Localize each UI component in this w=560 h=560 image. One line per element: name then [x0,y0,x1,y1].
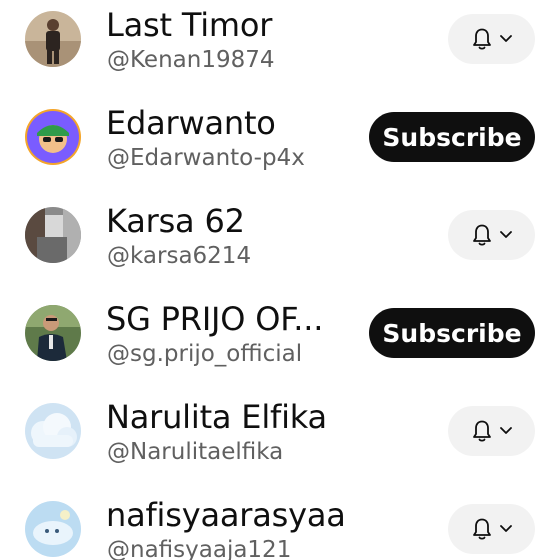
channel-row[interactable]: Narulita Elfika @Narulitaelfika [0,381,560,479]
bell-icon [472,420,491,442]
channel-avatar[interactable] [25,305,81,361]
channel-row[interactable]: Edarwanto @Edarwanto-p4x Subscribe [0,87,560,185]
chevron-down-icon [499,525,512,532]
bell-icon [472,224,491,246]
bell-icon [472,518,491,540]
notification-bell-button[interactable] [448,504,535,554]
notification-bell-button[interactable] [448,210,535,260]
subscribe-button[interactable]: Subscribe [369,112,535,162]
channel-avatar[interactable] [25,11,81,67]
channel-avatar[interactable] [25,207,81,263]
channel-avatar[interactable] [25,501,81,557]
channel-handle: @Narulitaelfika [107,439,284,465]
notification-bell-button[interactable] [448,406,535,456]
channel-handle: @sg.prijo_official [107,341,303,367]
chevron-down-icon [499,231,512,238]
channel-name[interactable]: Last Timor [106,9,272,41]
subscribe-button[interactable]: Subscribe [369,308,535,358]
subscriptions-list: Last Timor @Kenan19874 Edarwanto @Edarwa… [0,0,560,560]
channel-row[interactable]: Karsa 62 @karsa6214 [0,185,560,283]
channel-avatar[interactable] [25,403,81,459]
channel-handle: @Kenan19874 [107,47,275,73]
channel-row[interactable]: nafisyaarasyaa @nafisyaaja121 [0,479,560,560]
chevron-down-icon [499,35,512,42]
channel-name[interactable]: Edarwanto [106,107,276,139]
notification-bell-button[interactable] [448,14,535,64]
channel-handle: @karsa6214 [107,243,252,269]
channel-handle: @nafisyaaja121 [107,537,292,560]
channel-row[interactable]: Last Timor @Kenan19874 [0,0,560,87]
chevron-down-icon [499,427,512,434]
channel-row[interactable]: SG PRIJO OF... @sg.prijo_official Subscr… [0,283,560,381]
channel-name[interactable]: Karsa 62 [106,205,245,237]
channel-name[interactable]: nafisyaarasyaa [106,499,346,531]
channel-handle: @Edarwanto-p4x [107,145,305,171]
channel-name[interactable]: SG PRIJO OF... [106,303,323,335]
bell-icon [472,28,491,50]
channel-avatar[interactable] [25,109,81,165]
channel-name[interactable]: Narulita Elfika [106,401,327,433]
